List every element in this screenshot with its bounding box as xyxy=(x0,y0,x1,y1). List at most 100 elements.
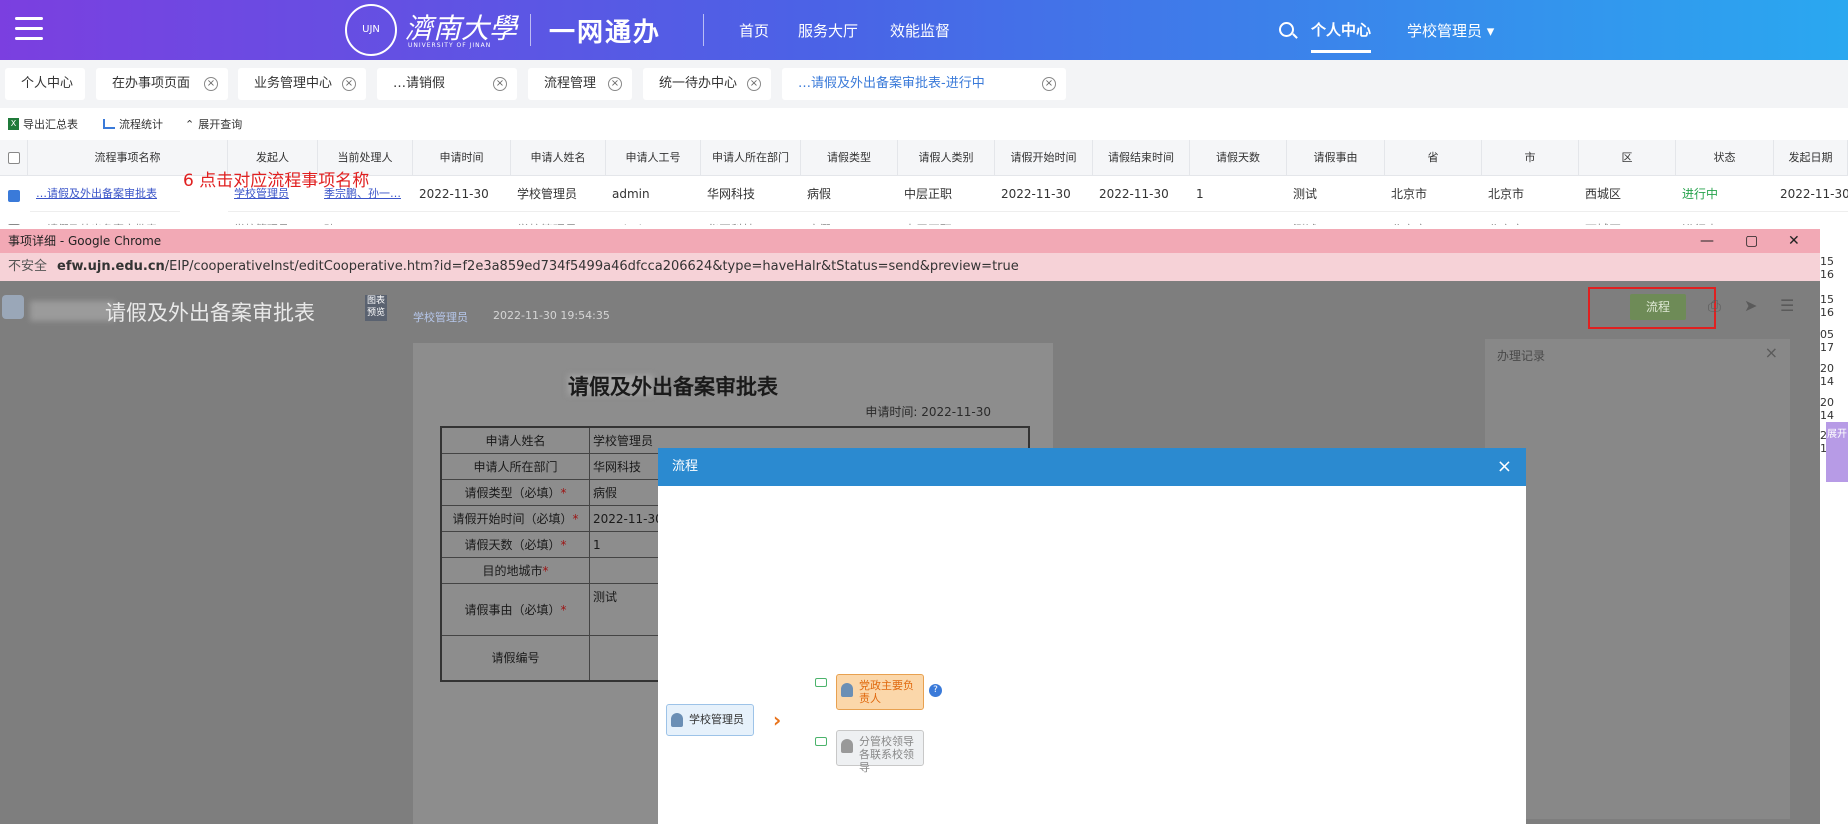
field-label: 请假编号 xyxy=(491,651,540,665)
required-mark: * xyxy=(542,564,549,578)
tab-leave-approval-active[interactable]: …请假及外出备案审批表-进行中 × xyxy=(782,68,1066,100)
table-cell: 西城区 xyxy=(1579,212,1676,225)
column-header[interactable]: 申请人所在部门 xyxy=(701,140,801,176)
caret-down-icon: ▾ xyxy=(1486,22,1495,40)
tab-todo-center[interactable]: 统一待办中心 × xyxy=(643,68,771,100)
chart-preview-badge[interactable]: 图表 预览 xyxy=(365,295,387,321)
close-window-icon[interactable]: ✕ xyxy=(1788,229,1800,253)
table-cell: 华网科技 xyxy=(701,176,801,212)
flow-node-pending[interactable]: 分管校领导各联系校领导 xyxy=(836,730,924,774)
admin-user-menu[interactable]: 学校管理员 ▾ xyxy=(1407,20,1494,41)
column-header[interactable]: 市 xyxy=(1482,140,1579,176)
chevron-up-icon: ⌃ xyxy=(185,117,195,131)
column-header[interactable]: 请假结束时间 xyxy=(1093,140,1190,176)
tab-label: 个人中心 xyxy=(21,76,74,91)
close-icon[interactable]: × xyxy=(1765,343,1778,362)
form-title: 请假及外出备案审批表 xyxy=(568,375,778,399)
column-header[interactable]: 发起日期 xyxy=(1774,140,1848,176)
submit-datetime: 2022-11-30 19:54:35 xyxy=(493,309,610,322)
row-checkbox[interactable] xyxy=(8,190,20,202)
print-icon[interactable]: ⎙ xyxy=(1708,297,1726,315)
flow-node-start[interactable]: 学校管理员 xyxy=(666,704,754,736)
table-cell: 北京市 xyxy=(1482,212,1579,225)
camera-icon xyxy=(815,678,827,687)
menu-icon[interactable] xyxy=(15,17,43,41)
nav-personal-center[interactable]: 个人中心 xyxy=(1311,19,1372,53)
tab-flow-management[interactable]: 流程管理 × xyxy=(528,68,632,100)
grid-toolbar: X 导出汇总表 流程统计 ⌃ 展开查询 xyxy=(0,108,1848,138)
column-header[interactable]: 省 xyxy=(1385,140,1482,176)
table-cell: 学校管理员 xyxy=(511,176,606,212)
tab-personal-center[interactable]: 个人中心 xyxy=(5,68,85,100)
column-header[interactable]: 请假类型 xyxy=(801,140,898,176)
tab-leave[interactable]: …请销假 × xyxy=(377,68,517,100)
minimize-icon[interactable]: — xyxy=(1700,229,1714,253)
close-icon[interactable]: × xyxy=(1497,448,1512,486)
table-cell: 学校管理员 xyxy=(511,212,606,225)
flow-stats-button[interactable]: 流程统计 xyxy=(103,116,163,132)
close-icon[interactable]: × xyxy=(608,77,622,91)
table-cell: 病假 xyxy=(801,176,898,212)
field-label: 申请人姓名 xyxy=(485,434,546,448)
university-seal-logo: UJN xyxy=(345,4,397,56)
column-header[interactable]: 请假人类别 xyxy=(898,140,995,176)
page-tab-bar: 个人中心 在办事项页面 × 业务管理中心 × …请销假 × 流程管理 × 统一待办中心 ×… xyxy=(0,60,1848,108)
field-label: 请假类型（必填） xyxy=(464,486,561,500)
column-header[interactable]: 请假天数 xyxy=(1190,140,1287,176)
expand-side-tab[interactable]: 展开 xyxy=(1826,422,1848,482)
address-bar[interactable]: 不安全 efw.ujn.edu.cn/EIP/cooperativeInst/ed… xyxy=(0,253,1820,281)
column-header[interactable]: 区 xyxy=(1579,140,1676,176)
university-name-logo: 濟南大學 xyxy=(405,12,518,45)
process-name-link[interactable]: …请假及外出备案审批表 xyxy=(30,212,180,225)
tab-label: 业务管理中心 xyxy=(254,76,333,91)
table-cell: 测试 xyxy=(1287,212,1385,225)
date-fragment: 15 16 xyxy=(1820,293,1834,319)
initiator-link[interactable]: 学校管理员 xyxy=(228,212,318,225)
tab-business-center[interactable]: 业务管理中心 × xyxy=(238,68,366,100)
column-header[interactable]: 请假开始时间 xyxy=(995,140,1093,176)
table-cell: 2022-11-30 xyxy=(413,176,511,212)
admin-name: 学校管理员 xyxy=(1407,22,1483,40)
close-icon[interactable]: × xyxy=(1042,77,1056,91)
column-header[interactable]: 申请时间 xyxy=(413,140,511,176)
row-checkbox[interactable] xyxy=(8,224,20,225)
flow-node-current[interactable]: 党政主要负责人 xyxy=(836,674,924,710)
table-cell: 2022-11-30 19: xyxy=(1774,176,1848,212)
underlying-page-edge: 15 16 15 16 05 17 20 14 20 14 20 14 xyxy=(1820,229,1848,455)
help-icon[interactable]: ? xyxy=(929,684,942,697)
close-icon[interactable]: × xyxy=(342,77,356,91)
nav-service-hall[interactable]: 服务大厅 xyxy=(798,20,858,41)
process-name-link[interactable]: …请假及外出备案审批表 xyxy=(30,176,180,212)
column-header[interactable]: 请假事由 xyxy=(1287,140,1385,176)
divider xyxy=(530,14,531,46)
handler-link[interactable]: 孙一… xyxy=(318,212,413,225)
column-header[interactable]: 申请人姓名 xyxy=(511,140,606,176)
close-icon[interactable]: × xyxy=(204,77,218,91)
required-mark: * xyxy=(560,486,567,500)
table-cell: 华网科技 xyxy=(701,212,801,225)
select-all-checkbox[interactable] xyxy=(8,152,20,164)
expand-query-button[interactable]: ⌃ 展开查询 xyxy=(185,116,242,132)
table-cell: 北京市 xyxy=(1385,176,1482,212)
more-icon[interactable]: ☰ xyxy=(1780,297,1798,315)
send-icon[interactable]: ➤ xyxy=(1744,297,1762,315)
table-cell: 1 xyxy=(1190,212,1287,225)
column-header[interactable]: 状态 xyxy=(1676,140,1774,176)
column-header[interactable]: 申请人工号 xyxy=(606,140,701,176)
table-cell: 北京市 xyxy=(1482,176,1579,212)
nav-supervision[interactable]: 效能监督 xyxy=(890,20,950,41)
tab-in-progress[interactable]: 在办事项页面 × xyxy=(96,68,228,100)
initiator-name: 学校管理员 xyxy=(413,311,468,324)
table-cell: 西城区 xyxy=(1579,176,1676,212)
date-fragment: 05 17 xyxy=(1820,328,1834,354)
maximize-icon[interactable]: ▢ xyxy=(1745,229,1758,253)
select-all-header xyxy=(0,140,28,176)
search-icon[interactable] xyxy=(1279,22,1294,37)
export-summary-button[interactable]: X 导出汇总表 xyxy=(8,116,78,132)
close-icon[interactable]: × xyxy=(747,77,761,91)
close-icon[interactable]: × xyxy=(493,77,507,91)
table-cell: 中层正职 xyxy=(898,176,995,212)
table-cell: 病假 xyxy=(801,212,898,225)
nav-home[interactable]: 首页 xyxy=(739,20,769,41)
chrome-window-titlebar: 事项详细 - Google Chrome — ▢ ✕ xyxy=(0,229,1820,253)
